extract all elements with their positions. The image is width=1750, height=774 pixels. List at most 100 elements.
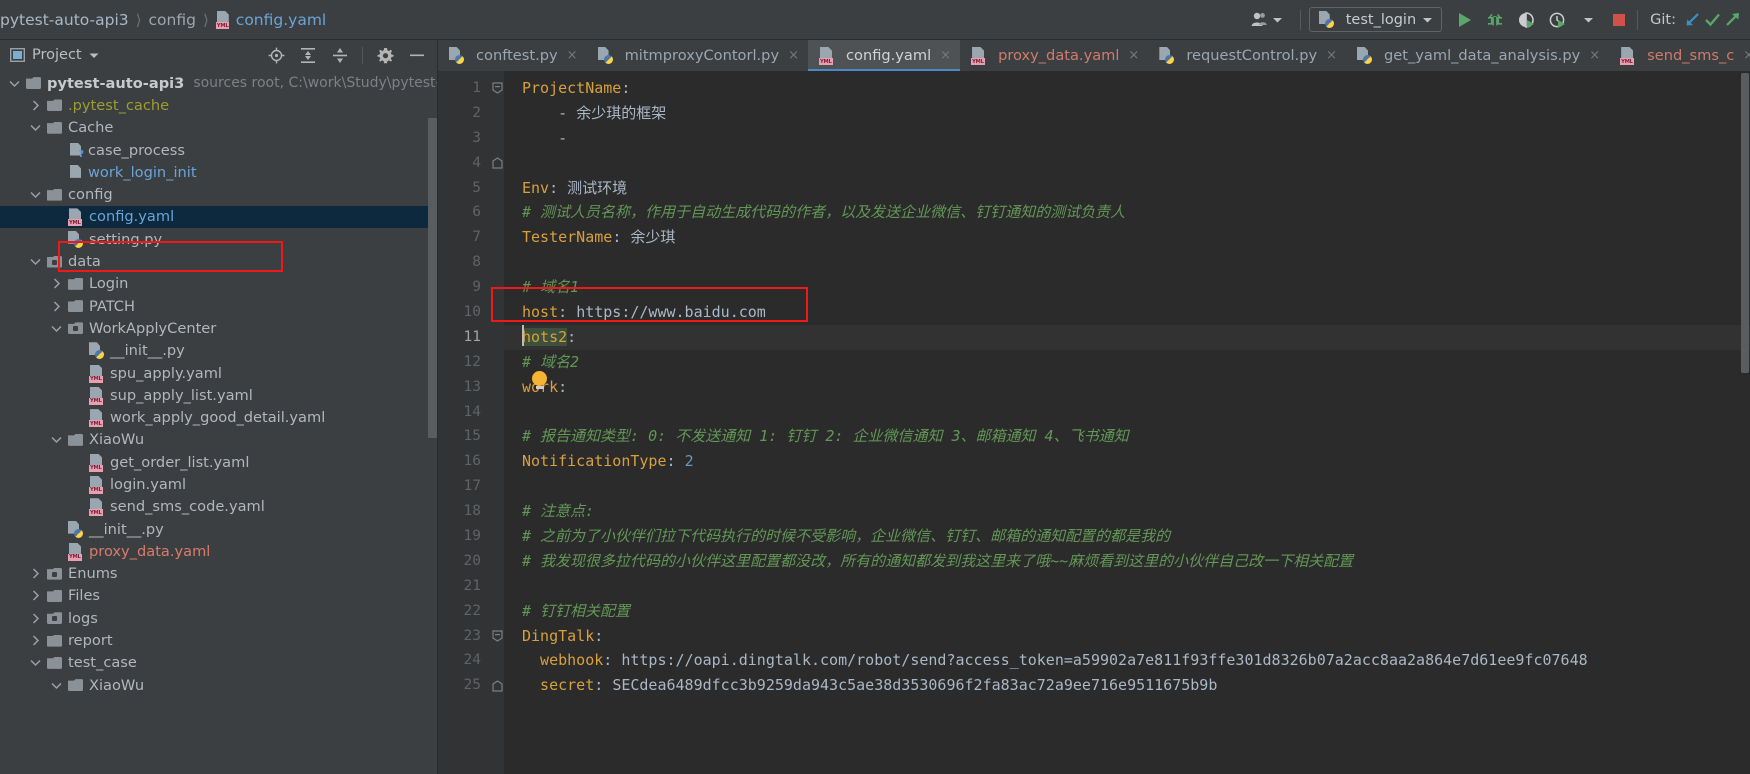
tree-row-logs[interactable]: logs: [0, 607, 437, 629]
tree-expand-arrow-icon[interactable]: [29, 121, 42, 134]
editor-tab-get-yaml-data-analysis-py[interactable]: get_yaml_data_analysis.py ×: [1346, 40, 1609, 71]
code-line: Env: 测试环境: [504, 176, 1750, 201]
hide-panel-button[interactable]: [407, 45, 427, 65]
run-configuration-selector[interactable]: test_login: [1308, 7, 1443, 32]
run-button[interactable]: [1454, 10, 1474, 30]
code-fold-marker-icon[interactable]: [490, 76, 504, 101]
tree-expand-arrow-icon[interactable]: [50, 322, 63, 335]
project-file-tree[interactable]: pytest-auto-api3 sources root, C:\work\St…: [0, 70, 437, 774]
editor-tab-proxy-data-yaml[interactable]: proxy_data.yaml ×: [960, 40, 1148, 71]
tree-row-files[interactable]: Files: [0, 585, 437, 607]
tree-expand-arrow-icon[interactable]: [50, 433, 63, 446]
tree-row-login[interactable]: Login: [0, 273, 437, 295]
tree-row-case-process[interactable]: case_process: [0, 139, 437, 161]
tree-row-test-case[interactable]: test_case: [0, 652, 437, 674]
tree-row-work-apply-good-detail-yaml[interactable]: work_apply_good_detail.yaml: [0, 406, 437, 428]
tree-expand-arrow-icon[interactable]: [8, 77, 21, 90]
tree-row-spu-apply-yaml[interactable]: spu_apply.yaml: [0, 362, 437, 384]
code-editor[interactable]: 1 2 3 4 5 6 7 8 9 10 11 12 13 14 15 16 17 18 19 20 21 22 23 24 2…: [438, 71, 1750, 774]
profile-dropdown-button[interactable]: [1578, 10, 1598, 30]
tree-row--init-py[interactable]: __init__.py: [0, 518, 437, 540]
tree-expand-arrow-icon[interactable]: [50, 679, 63, 692]
tree-row-sup-apply-list-yaml[interactable]: sup_apply_list.yaml: [0, 384, 437, 406]
code-fold-marker-icon[interactable]: [490, 624, 504, 649]
debug-button[interactable]: [1485, 10, 1505, 30]
settings-button[interactable]: [375, 45, 395, 65]
tree-expand-arrow-icon[interactable]: [29, 589, 42, 602]
editor-tab-mitmproxycontorl-py[interactable]: mitmproxyContorl.py ×: [587, 40, 808, 71]
code-fold-marker-icon[interactable]: [490, 673, 504, 698]
line-number: 23: [463, 627, 481, 644]
code-token: # 钉钉相关配置: [522, 601, 631, 620]
close-icon[interactable]: ×: [1589, 48, 1600, 63]
tree-expand-arrow-icon[interactable]: [29, 612, 42, 625]
tree-row--pytest-cache[interactable]: .pytest_cache: [0, 94, 437, 116]
tree-row-patch[interactable]: PATCH: [0, 295, 437, 317]
tree-expand-arrow-icon[interactable]: [29, 255, 42, 268]
close-icon[interactable]: ×: [1743, 48, 1750, 63]
editor-tab-conftest-py[interactable]: conftest.py ×: [438, 40, 587, 71]
tree-row-proxy-data-yaml[interactable]: proxy_data.yaml: [0, 540, 437, 562]
tree-row-data[interactable]: data: [0, 250, 437, 272]
code-content[interactable]: ProjectName: - 余少琪的框架 - Env: 测试环境 # 测试人员名…: [504, 71, 1750, 774]
close-icon[interactable]: ×: [788, 48, 799, 63]
breadcrumb-project[interactable]: pytest-auto-api3: [0, 11, 129, 29]
tree-row-login-yaml[interactable]: login.yaml: [0, 473, 437, 495]
tree-row-workapplycenter[interactable]: WorkApplyCenter: [0, 317, 437, 339]
expand-all-button[interactable]: [298, 45, 318, 65]
editor-tab-requestcontrol-py[interactable]: requestControl.py ×: [1148, 40, 1346, 71]
git-update-button[interactable]: [1682, 10, 1702, 30]
profile-button[interactable]: [1547, 10, 1567, 30]
tree-row-get-order-list-yaml[interactable]: get_order_list.yaml: [0, 451, 437, 473]
tree-expand-arrow-icon[interactable]: [29, 634, 42, 647]
close-icon[interactable]: ×: [940, 48, 951, 63]
tree-row-cache[interactable]: Cache: [0, 117, 437, 139]
close-icon[interactable]: ×: [1128, 48, 1139, 63]
code-token: :: [594, 626, 604, 645]
scrollbar-thumb[interactable]: [1741, 73, 1749, 373]
stop-button[interactable]: [1609, 10, 1629, 30]
tree-row-pytest-auto-api3[interactable]: pytest-auto-api3 sources root, C:\work\St…: [0, 72, 437, 94]
chevron-down-icon[interactable]: [89, 52, 99, 59]
tree-expand-arrow-icon[interactable]: [50, 300, 63, 313]
editor-tab-config-yaml[interactable]: config.yaml ×: [808, 40, 961, 71]
breadcrumb-folder[interactable]: config: [149, 11, 196, 29]
tree-row-label: work_apply_good_detail.yaml: [110, 409, 326, 427]
editor-tab-bar[interactable]: conftest.py×mitmproxyContorl.py×config.y…: [438, 40, 1750, 71]
tree-expand-arrow-icon[interactable]: [29, 188, 42, 201]
intention-bulb-icon[interactable]: [532, 371, 547, 389]
editor-vertical-scrollbar[interactable]: [1740, 71, 1750, 774]
tree-row-xiaowu[interactable]: XiaoWu: [0, 429, 437, 451]
tree-row-xiaowu[interactable]: XiaoWu: [0, 674, 437, 696]
tree-row-report[interactable]: report: [0, 629, 437, 651]
breadcrumb-file[interactable]: config.yaml: [236, 11, 326, 29]
tree-row-work-login-init[interactable]: work_login_init: [0, 161, 437, 183]
git-push-button[interactable]: [1722, 10, 1742, 30]
tree-arrow-placeholder: [50, 166, 63, 179]
tree-expand-arrow-icon[interactable]: [29, 99, 42, 112]
tree-row--init-py[interactable]: __init__.py: [0, 340, 437, 362]
git-commit-button[interactable]: [1702, 10, 1722, 30]
python-file-icon: [1319, 11, 1334, 28]
tree-expand-arrow-icon[interactable]: [50, 277, 63, 290]
fold-gutter-cell: [490, 599, 504, 624]
tree-row-send-sms-code-yaml[interactable]: send_sms_code.yaml: [0, 496, 437, 518]
scrollbar-thumb[interactable]: [428, 118, 437, 438]
breadcrumb: pytest-auto-api3 ⟩ config ⟩ config.yaml: [0, 11, 326, 29]
close-icon[interactable]: ×: [1326, 48, 1337, 63]
run-with-coverage-button[interactable]: [1516, 10, 1536, 30]
tree-row-enums[interactable]: Enums: [0, 563, 437, 585]
user-group-button[interactable]: [1241, 12, 1292, 27]
editor-tab-send-sms-c[interactable]: send_sms_c ×: [1609, 40, 1750, 71]
tree-expand-arrow-icon[interactable]: [29, 567, 42, 580]
code-fold-marker-icon[interactable]: [490, 151, 504, 176]
code-folding-gutter[interactable]: [490, 71, 504, 774]
collapse-all-button[interactable]: [330, 45, 350, 65]
locate-file-button[interactable]: [266, 45, 286, 65]
tree-row-setting-py[interactable]: setting.py: [0, 228, 437, 250]
tree-expand-arrow-icon[interactable]: [29, 656, 42, 669]
tree-row-config-yaml[interactable]: config.yaml: [0, 205, 437, 229]
project-tree-scrollbar[interactable]: [428, 72, 437, 774]
tree-row-config[interactable]: config: [0, 183, 437, 205]
close-icon[interactable]: ×: [567, 48, 578, 63]
